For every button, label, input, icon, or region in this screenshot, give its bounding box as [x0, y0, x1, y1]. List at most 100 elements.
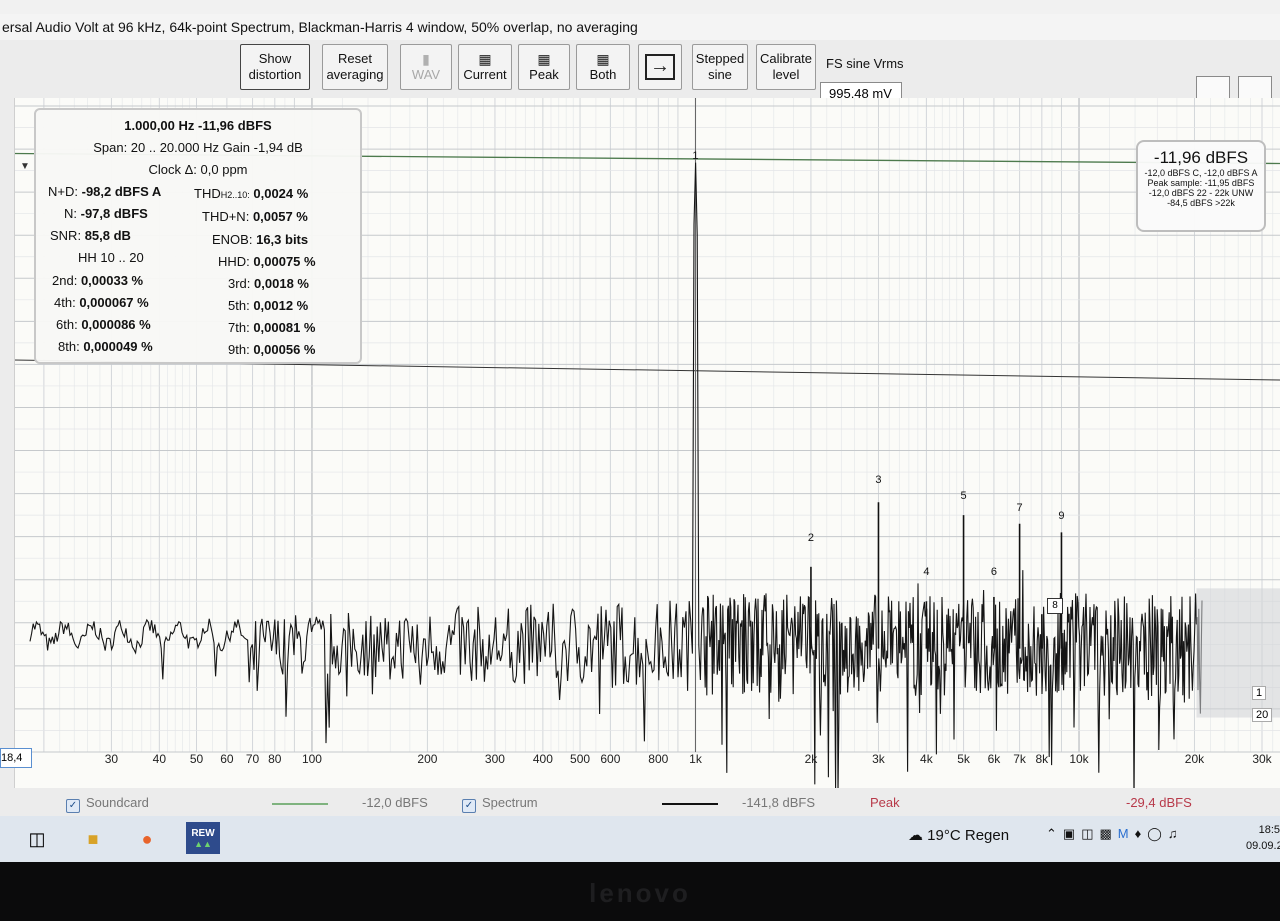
clock-time: 18:5 — [1258, 824, 1280, 836]
stepped-sine-label: Stepped sine — [695, 51, 745, 82]
save-peak-button[interactable]: ▦ Peak — [518, 44, 570, 90]
x-tick-label: 2k — [804, 752, 818, 766]
nd-label: N+D: — [48, 184, 78, 199]
hh-range: HH 10 .. 20 — [78, 250, 144, 265]
x-tick-label: 60 — [220, 752, 234, 766]
x-tick-label: 30 — [104, 752, 119, 766]
save-current-button[interactable]: ▦ Current — [458, 44, 512, 90]
h7-value: 0,00081 % — [253, 320, 316, 335]
fundamental-readout: 1.000,00 Hz -11,96 dBFS — [124, 118, 272, 133]
h3-row: 3rd: 0,0018 % — [228, 276, 309, 291]
system-tray[interactable]: ⌃▣◫▩M♦◯♫ — [1046, 826, 1184, 842]
h4-label: 4th: — [54, 295, 76, 310]
tray-shield-icon: ♦ — [1134, 826, 1148, 841]
current-label: Current — [463, 66, 507, 82]
calibrate-level-label: Calibrate level — [759, 51, 813, 82]
enob-row: ENOB: 16,3 bits — [212, 232, 308, 247]
x-tick-label: 400 — [532, 752, 553, 766]
x-tick-label: 30k — [1252, 752, 1272, 766]
harmonic-label-7: 7 — [1016, 502, 1023, 514]
soundcard-label: Soundcard — [86, 795, 149, 810]
toolbar: Show distortion Reset averaging ▮ WAV ▦ … — [0, 40, 1280, 104]
h3-value: 0,0018 % — [254, 276, 309, 291]
check-icon[interactable]: ✓ — [462, 799, 476, 813]
check-icon[interactable]: ✓ — [66, 799, 80, 813]
task-view-icon[interactable]: ◫ — [22, 824, 52, 854]
tray-ua-icon: ▣ — [1062, 826, 1082, 841]
soundcard-line-swatch — [272, 803, 328, 805]
h8-row: 8th: 0,000049 % — [58, 339, 153, 354]
spectrum-label: Spectrum — [482, 795, 538, 810]
bezel-brand-logo: lenovo — [589, 878, 691, 908]
both-label: Both — [589, 66, 617, 82]
peak-label: Peak — [870, 795, 900, 810]
soundcard-value: -12,0 dBFS — [362, 795, 428, 810]
h9-label: 9th: — [228, 342, 250, 357]
clock[interactable]: 18:5 09.09.2 — [1246, 822, 1280, 854]
stepped-sine-button[interactable]: Stepped sine — [692, 44, 748, 90]
thd-sub: H2..10: — [220, 190, 250, 200]
enob-label: ENOB: — [212, 232, 253, 247]
x-axis-start-label[interactable]: 18,4 — [0, 748, 32, 768]
x-tick-label: 8k — [1035, 752, 1049, 766]
x-tick-label: 80 — [268, 752, 282, 766]
h5-row: 5th: 0,0012 % — [228, 298, 308, 313]
h9-row: 9th: 0,00056 % — [228, 342, 315, 357]
h5-value: 0,0012 % — [253, 298, 309, 313]
save-both-button[interactable]: ▦ Both — [576, 44, 630, 90]
wav-label: WAV — [411, 66, 441, 82]
harmonic-label-9: 9 — [1058, 510, 1065, 522]
h6-row: 6th: 0,000086 % — [56, 317, 151, 332]
x-tick-label: 800 — [648, 752, 669, 766]
import-button[interactable]: → — [638, 44, 682, 90]
h8-value: 0,000049 % — [83, 339, 153, 354]
wav-button[interactable]: ▮ WAV — [400, 44, 452, 90]
harmonic-label-4: 4 — [923, 566, 930, 578]
file-explorer-icon[interactable]: ■ — [78, 824, 108, 854]
save-icon: ▦ — [596, 50, 610, 67]
nd-row: N+D: -98,2 dBFS A — [48, 184, 161, 199]
h4-row: 4th: 0,000067 % — [54, 295, 149, 310]
soundcard-legend[interactable]: ✓ Soundcard — [66, 795, 149, 813]
thd-value: 0,0024 % — [253, 186, 309, 201]
h8-label: 8th: — [58, 339, 80, 354]
h6-label: 6th: — [56, 317, 78, 332]
tray-chat-icon: ▩ — [1099, 826, 1118, 841]
show-distortion-button[interactable]: Show distortion — [240, 44, 310, 90]
chevron-down-icon[interactable]: ▼ — [14, 158, 36, 176]
thdn-row: THD+N: 0,0057 % — [202, 209, 308, 224]
span-gain-readout: Span: 20 .. 20.000 Hz Gain -1,94 dB — [93, 140, 303, 155]
harmonic-label-3: 3 — [875, 474, 882, 486]
spectrum-legend[interactable]: ✓ Spectrum — [462, 795, 538, 813]
weather-widget[interactable]: ☁ 19°C Regen — [908, 826, 1009, 844]
rew-app-icon[interactable]: REW ▲▲ — [186, 822, 220, 854]
x-tick-label: 4k — [920, 752, 933, 766]
snr-label: SNR: — [50, 228, 82, 243]
clock-date: 09.09.2 — [1246, 840, 1280, 852]
level-readout: -11,96 dBFS -12,0 dBFS C, -12,0 dBFS A P… — [1136, 140, 1266, 232]
x-tick-label: 500 — [570, 752, 591, 766]
x-tick-label: 10k — [1069, 752, 1089, 766]
hhd-label: HHD: — [218, 254, 250, 269]
h2-row: 2nd: 0,00033 % — [52, 273, 143, 288]
reset-averaging-label: Reset averaging — [326, 51, 384, 82]
nd-value: -98,2 dBFS A — [81, 184, 162, 199]
thd-label: THD — [194, 186, 221, 201]
h3-label: 3rd: — [228, 276, 251, 291]
legend-bar: ✓ Soundcard -12,0 dBFS ✓ Spectrum -141,8 d… — [0, 788, 1280, 816]
firefox-icon[interactable]: ● — [132, 824, 162, 854]
reset-averaging-button[interactable]: Reset averaging — [322, 44, 388, 90]
snr-row: SNR: 85,8 dB — [50, 228, 131, 243]
rew-app-label: REW — [191, 827, 215, 839]
calibrate-level-button[interactable]: Calibrate level — [756, 44, 816, 90]
h5-label: 5th: — [228, 298, 250, 313]
level-above-22k: -84,5 dBFS >22k — [1167, 198, 1235, 208]
tray-globe-icon: ◯ — [1147, 826, 1168, 841]
save-icon: ▦ — [478, 50, 492, 67]
x-tick-label: 1k — [689, 752, 702, 766]
harmonic-marker-8[interactable]: 8 — [1047, 598, 1063, 614]
chevron-up-icon: ⌃ — [1046, 826, 1063, 841]
h2-value: 0,00033 % — [80, 273, 144, 288]
right-axis-label-2: 20 — [1252, 708, 1273, 722]
x-tick-label: 20k — [1184, 752, 1205, 766]
